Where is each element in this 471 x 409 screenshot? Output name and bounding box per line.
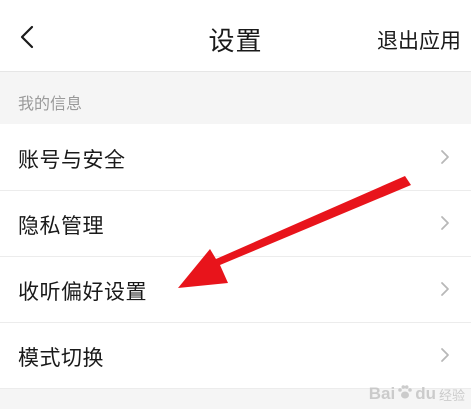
chevron-right-icon bbox=[439, 279, 451, 299]
chevron-right-icon bbox=[439, 147, 451, 167]
menu-item-label: 账号与安全 bbox=[18, 148, 126, 172]
menu-item-label: 隐私管理 bbox=[18, 214, 104, 238]
menu-item-account-security[interactable]: 账号与安全 bbox=[0, 124, 471, 190]
chevron-left-icon bbox=[14, 22, 42, 52]
menu-item-label: 收听偏好设置 bbox=[18, 280, 147, 304]
exit-app-button[interactable]: 退出应用 bbox=[377, 25, 461, 55]
chevron-right-icon bbox=[439, 213, 451, 233]
section-header: 我的信息 bbox=[0, 72, 471, 124]
navigation-bar: 设置 退出应用 bbox=[0, 0, 471, 72]
chevron-right-icon bbox=[439, 345, 451, 365]
settings-menu-list: 账号与安全 隐私管理 收听偏好设置 模式切换 bbox=[0, 124, 471, 388]
menu-item-listening-preferences[interactable]: 收听偏好设置 bbox=[0, 256, 471, 322]
settings-screen: 设置 退出应用 我的信息 账号与安全 隐私管理 收听偏好设置 模式切换 Bai … bbox=[0, 0, 471, 409]
menu-item-mode-switch[interactable]: 模式切换 bbox=[0, 322, 471, 388]
menu-item-privacy[interactable]: 隐私管理 bbox=[0, 190, 471, 256]
section-gap bbox=[0, 388, 471, 409]
menu-item-label: 模式切换 bbox=[18, 346, 104, 370]
back-button[interactable] bbox=[14, 22, 42, 52]
section-label: 我的信息 bbox=[18, 94, 83, 113]
